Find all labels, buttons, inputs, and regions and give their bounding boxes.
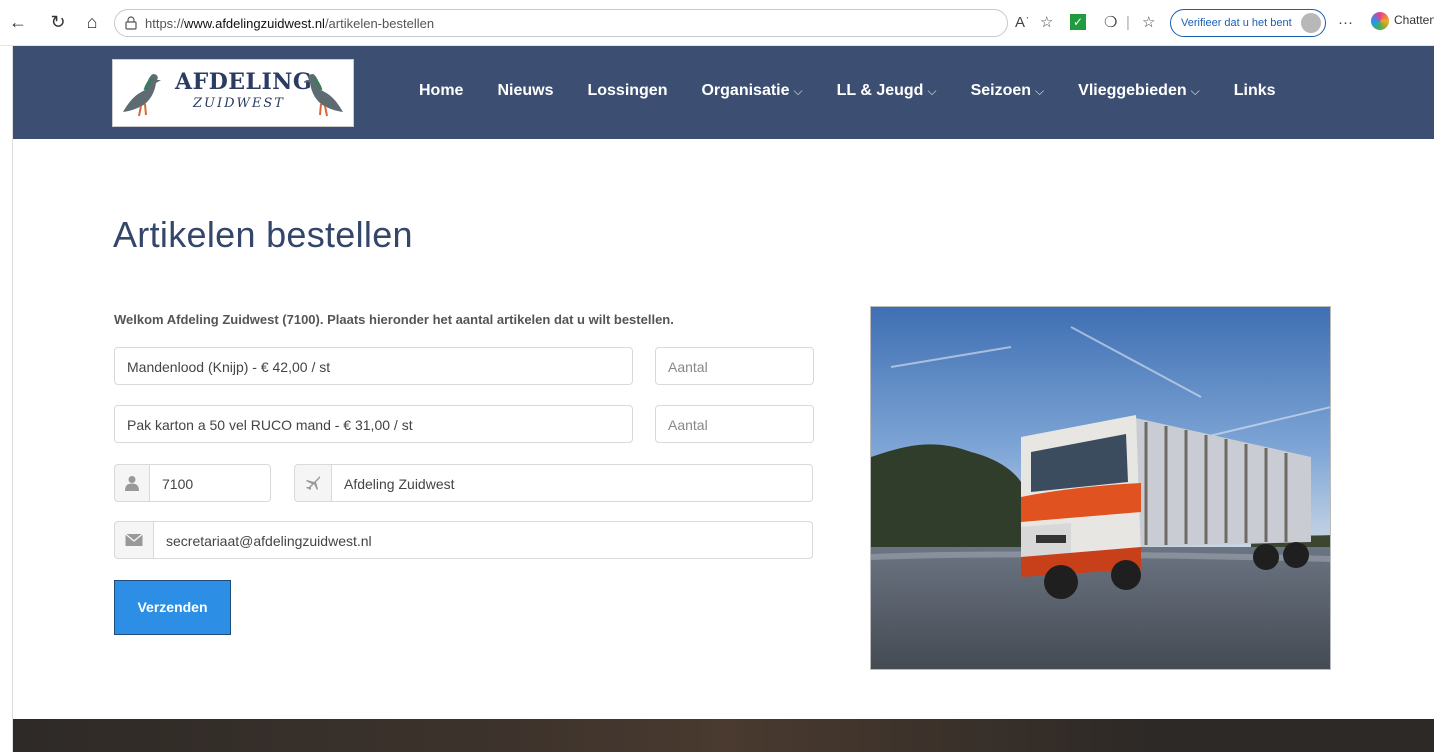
logo-text-main: AFDELING [175,69,313,95]
article-select-2[interactable]: Pak karton a 50 vel RUCO mand - € 31,00 … [114,405,633,443]
department-field[interactable]: Afdeling Zuidwest [331,464,813,502]
home-icon[interactable]: ⌂ [80,10,104,34]
menu-nieuws[interactable]: Nieuws [497,82,553,100]
menu-organisatie[interactable]: Organisatie ⌵ [701,82,802,100]
copilot-icon [1371,12,1389,30]
chevron-down-icon: ⌵ [927,84,937,98]
refresh-icon[interactable]: ↻ [46,10,70,34]
browser-toolbar: ← ↻ ⌂ https://www.afdelingzuidwest.nl/ar… [0,0,1434,46]
more-icon[interactable]: ··· [1338,14,1353,32]
pigeon-left-icon [123,74,161,117]
quantity-input-1[interactable]: Aantal [655,347,814,385]
article-select-1[interactable]: Mandenlood (Knijp) - € 42,00 / st [114,347,633,385]
menu-seizoen[interactable]: Seizoen ⌵ [971,82,1045,100]
welcome-text: Welkom Afdeling Zuidwest (7100). Plaats … [114,312,674,327]
verify-button[interactable]: Verifieer dat u het bent [1170,9,1326,37]
department-addon [294,464,332,502]
menu-ll-jeugd[interactable]: LL & Jeugd ⌵ [837,82,937,100]
menu-home[interactable]: Home [419,82,463,100]
chevron-down-icon: ⌵ [793,84,803,98]
extensions-icon[interactable]: ❍ [1104,14,1117,32]
url-text: https://www.afdelingzuidwest.nl/artikele… [145,16,435,31]
menu-lossingen[interactable]: Lossingen [587,82,667,100]
site-navbar: AFDELING ZUIDWEST Home Nieuws Lossingen … [13,46,1434,139]
menu-vlieggebieden[interactable]: Vlieggebieden ⌵ [1078,82,1200,100]
chevron-down-icon: ⌵ [1190,84,1200,98]
footer-banner [13,719,1434,752]
main-menu: Home Nieuws Lossingen Organisatie ⌵ LL & … [419,82,1310,100]
chat-button[interactable]: Chatten [1371,12,1434,30]
separator: | [1126,14,1130,31]
truck-image [871,307,1330,669]
quantity-input-2[interactable]: Aantal [655,405,814,443]
email-field[interactable]: secretariaat@afdelingzuidwest.nl [153,521,813,559]
pigeon-right-icon [305,74,343,117]
page: AFDELING ZUIDWEST Home Nieuws Lossingen … [12,46,1434,752]
back-icon[interactable]: ← [6,10,30,34]
extension-check-icon[interactable]: ✓ [1070,14,1086,30]
member-addon [114,464,150,502]
member-number-field[interactable]: 7100 [149,464,271,502]
email-addon [114,521,154,559]
address-bar[interactable]: https://www.afdelingzuidwest.nl/artikele… [114,9,1008,37]
plane-icon [306,476,320,490]
submit-button[interactable]: Verzenden [114,580,231,635]
envelope-icon [125,533,143,546]
chevron-down-icon: ⌵ [1035,84,1045,98]
lock-icon [125,16,137,30]
site-logo[interactable]: AFDELING ZUIDWEST [112,59,354,127]
page-title: Artikelen bestellen [113,214,413,255]
truck-photo [870,306,1331,670]
favorite-star-icon[interactable]: ☆ [1040,14,1053,32]
read-aloud-icon[interactable]: A͘ [1015,14,1025,32]
favorites-icon[interactable]: ☆ [1142,14,1155,32]
avatar-icon [1301,13,1321,33]
logo-text-sub: ZUIDWEST [193,96,285,111]
menu-links[interactable]: Links [1234,82,1276,100]
user-icon [125,476,139,491]
